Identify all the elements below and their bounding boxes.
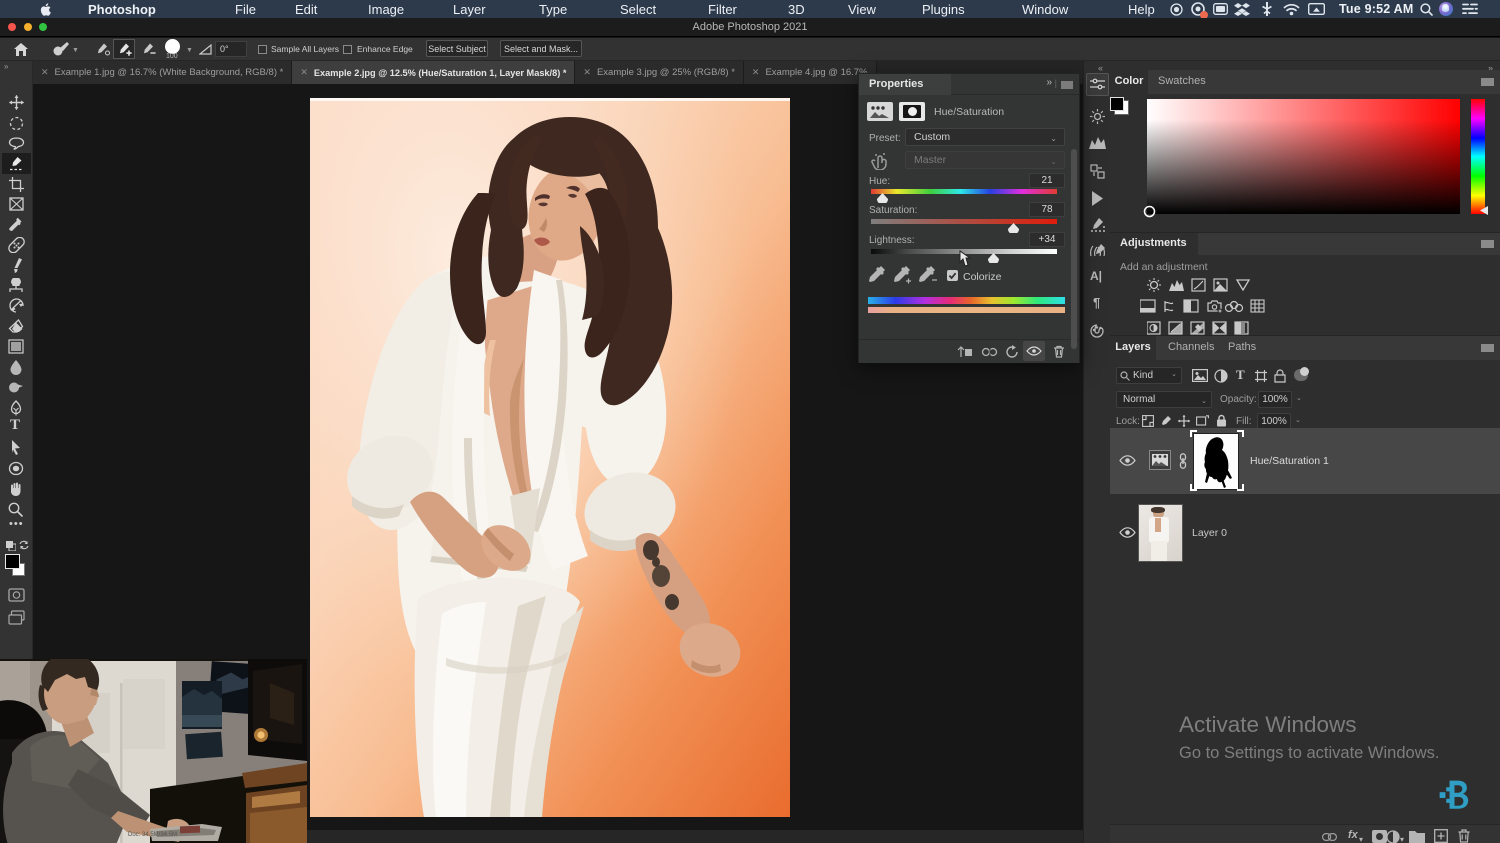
svg-text:16.67%: 16.67%	[56, 832, 77, 838]
svg-text:Doc: 34.5M/34.5M: Doc: 34.5M/34.5M	[128, 832, 177, 838]
